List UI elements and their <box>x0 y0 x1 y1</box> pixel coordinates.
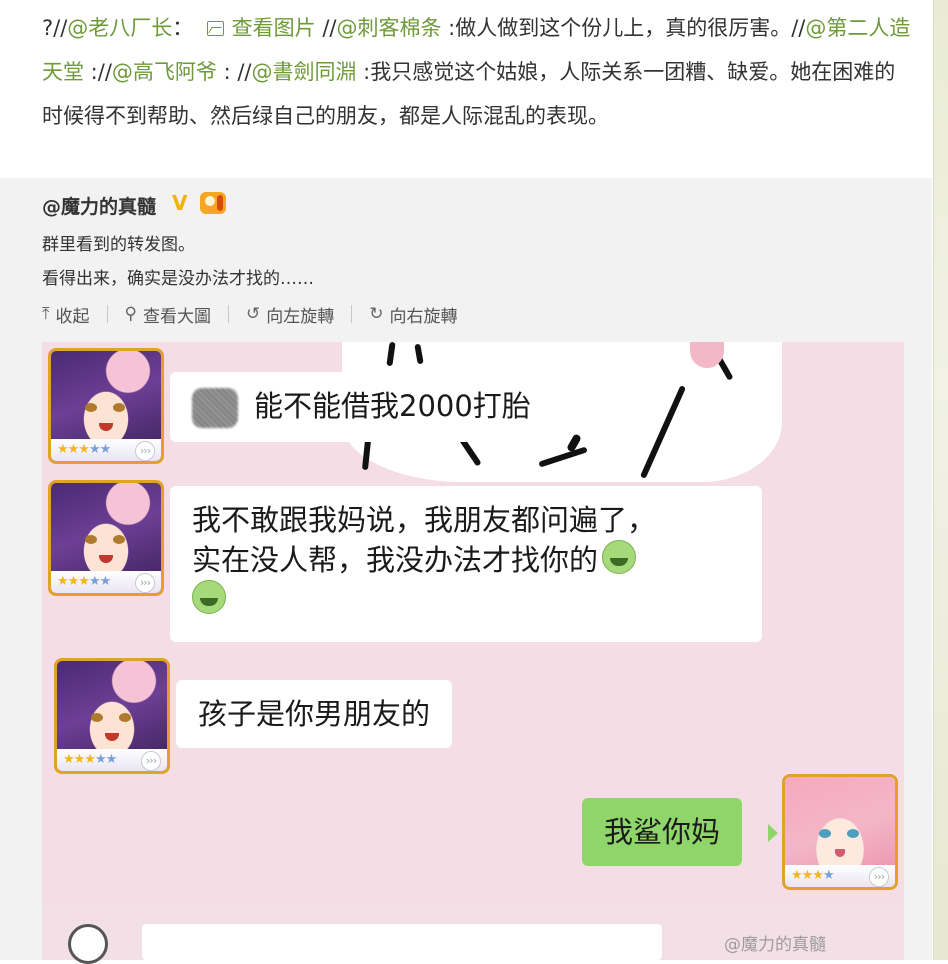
post-text-line1: 群里看到的转发图。 <box>42 235 195 255</box>
avatar-star-rating: ★★★★★ ››› <box>51 439 161 461</box>
chat-bubble: 我不敢跟我妈说，我朋友都问遍了， 实在没人帮，我没办法才找你的 <box>170 486 762 642</box>
image-icon <box>206 21 224 36</box>
repost-slash: // <box>315 16 337 40</box>
message-text: 孩子是你男朋友的 <box>198 697 431 731</box>
chat-bubble: 孩子是你男朋友的 <box>176 680 453 748</box>
message-text-line1: 我不敢跟我妈说，我朋友都问遍了， <box>192 503 657 537</box>
avatar-eye <box>819 829 831 838</box>
collapse-label: 收起 <box>55 306 90 327</box>
chat-bubble-self: 我鲨你妈 <box>582 798 743 866</box>
rotate-right-button[interactable]: ↻ 向右旋轉 <box>369 302 457 327</box>
chat-bubble: 能不能借我2000打胎 <box>170 372 553 442</box>
avatar: ★★★★★ ››› <box>48 480 164 596</box>
avatar-eye <box>85 535 97 544</box>
emoji-nauseated-icon <box>192 580 226 614</box>
redacted-scribble <box>192 388 238 428</box>
mention-user1[interactable]: @老八厂长 <box>67 16 172 40</box>
avatar: ★★★★★ ››› <box>48 348 164 464</box>
avatar: ★★★★★ ››› <box>54 658 170 774</box>
post-text-line2: 看得出来，确实是没办法才找的…… <box>42 269 314 289</box>
view-image-label: 查看图片 <box>231 16 316 40</box>
avatar-eye <box>847 829 859 838</box>
avatar-eye <box>91 713 103 722</box>
repost-section: ?//@老八厂长： 查看图片 //@刺客棉条 :做人做到这个份儿上，真的很厉害。… <box>0 0 932 178</box>
mention-user5[interactable]: @書劍同淵 <box>251 60 356 84</box>
repost-prefix: ?// <box>42 16 68 40</box>
avatar-star-rating: ★★★★★ ››› <box>57 749 167 771</box>
repost-slash: // <box>791 16 806 40</box>
toolbar-divider <box>106 305 108 323</box>
image-toolbar: ⤒ 收起 ⚲ 查看大圖 ↺ 向左旋轉 ↻ 向右旋轉 <box>42 302 457 327</box>
repost-comment-2: :做人做到这个份儿上，真的很厉害。 <box>441 16 792 40</box>
message-text-line2-row: 实在没人帮，我没办法才找你的 <box>192 540 740 580</box>
message-text: 我鲨你妈 <box>604 815 721 849</box>
avatar-star-rating: ★★★★★ ››› <box>51 571 161 593</box>
rotate-left-icon: ↺ <box>245 304 261 324</box>
emoji-nauseated-icon <box>602 540 637 574</box>
chat-screenshot-image[interactable]: ★★★★★ ››› 能不能借我2000打胎 ★★★★★ ››› 我不敢跟我妈说，我朋… <box>42 342 904 960</box>
repost-text: ?//@老八厂长： 查看图片 //@刺客棉条 :做人做到这个份儿上，真的很厉害。… <box>42 6 912 138</box>
member-badge-icon <box>200 192 226 214</box>
toolbar-divider <box>351 305 353 323</box>
watermark: @魔力的真髓 <box>724 935 826 955</box>
magnifier-icon: ⚲ <box>124 304 137 324</box>
mention-user2[interactable]: @刺客棉条 <box>336 16 441 40</box>
repost-colon: ： <box>172 16 194 40</box>
avatar-self: ★★★★ ››› <box>782 774 898 890</box>
rotate-right-icon: ↻ <box>369 304 384 324</box>
avatar-eye <box>119 713 131 722</box>
verified-badge-icon: V <box>172 191 188 215</box>
bubble-tail <box>768 824 778 842</box>
rotate-right-label: 向右旋轉 <box>389 306 458 327</box>
view-large-label: 查看大圖 <box>142 306 211 327</box>
chat-input-field <box>142 924 662 960</box>
rotate-left-label: 向左旋轉 <box>266 306 335 327</box>
voice-icon <box>68 924 108 964</box>
avatar-eye <box>113 535 125 544</box>
original-username[interactable]: @魔力的真髓 <box>42 192 156 219</box>
avatar-star-rating: ★★★★ ››› <box>785 865 895 887</box>
original-post: @魔力的真髓 V 群里看到的转发图。 看得出来，确实是没办法才找的…… ⤒ 收起… <box>0 178 932 964</box>
collapse-button[interactable]: ⤒ 收起 <box>42 302 90 327</box>
toolbar-divider <box>227 305 229 323</box>
repost-separator: : // <box>216 60 252 84</box>
collapse-arrow-icon: ⤒ <box>42 304 50 324</box>
right-edge-strip <box>933 0 948 960</box>
emoji-row <box>192 580 740 620</box>
avatar-eye <box>85 403 97 412</box>
view-large-button[interactable]: ⚲ 查看大圖 <box>125 302 211 327</box>
view-image-link[interactable]: 查看图片 <box>206 16 316 40</box>
rotate-left-button[interactable]: ↺ 向左旋轉 <box>246 302 334 327</box>
message-text: 能不能借我2000打胎 <box>254 389 531 423</box>
mention-user4[interactable]: @高飞阿爷 <box>112 60 217 84</box>
avatar-eye <box>113 403 125 412</box>
message-text-line2: 实在没人帮，我没办法才找你的 <box>192 543 599 577</box>
repost-separator: :// <box>84 60 112 84</box>
